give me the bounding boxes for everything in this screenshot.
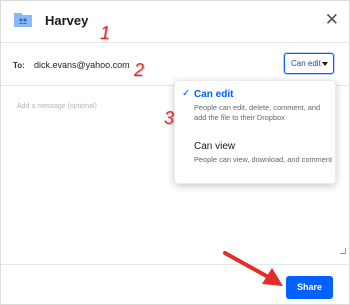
caret-down-icon bbox=[322, 62, 328, 66]
permission-selected: Can edit bbox=[291, 59, 321, 68]
share-dialog: Harvey ✕ To: dick.evans@yahoo.com Can ed… bbox=[0, 0, 350, 305]
annotation-number-1: 1 bbox=[100, 23, 111, 43]
menu-option-can-view[interactable]: Can view People can view, download, and … bbox=[175, 137, 337, 181]
permission-dropdown[interactable]: Can edit bbox=[284, 53, 334, 74]
dialog-title: Harvey bbox=[45, 13, 89, 28]
share-button[interactable]: Share bbox=[286, 276, 333, 299]
recipient-email[interactable]: dick.evans@yahoo.com bbox=[34, 60, 130, 70]
close-icon[interactable]: ✕ bbox=[325, 11, 339, 28]
checkmark-icon: ✓ bbox=[182, 88, 191, 99]
option-description: People can view, download, and comment bbox=[194, 155, 333, 164]
shared-folder-icon bbox=[14, 13, 32, 27]
dialog-header: Harvey ✕ bbox=[1, 1, 350, 43]
resize-handle-icon[interactable] bbox=[340, 248, 346, 254]
message-field[interactable]: Add a message (optional) bbox=[17, 103, 97, 110]
to-label: To: bbox=[13, 61, 25, 70]
option-title: Can edit bbox=[194, 89, 234, 100]
annotation-number-2: 2 bbox=[134, 60, 145, 80]
annotation-number-3: 3 bbox=[164, 108, 175, 128]
option-description: People can edit, delete, comment, and ad… bbox=[194, 103, 321, 122]
option-title: Can view bbox=[194, 141, 236, 152]
menu-option-can-edit[interactable]: ✓ Can edit People can edit, delete, comm… bbox=[175, 85, 337, 133]
permission-menu: ✓ Can edit People can edit, delete, comm… bbox=[174, 80, 336, 184]
